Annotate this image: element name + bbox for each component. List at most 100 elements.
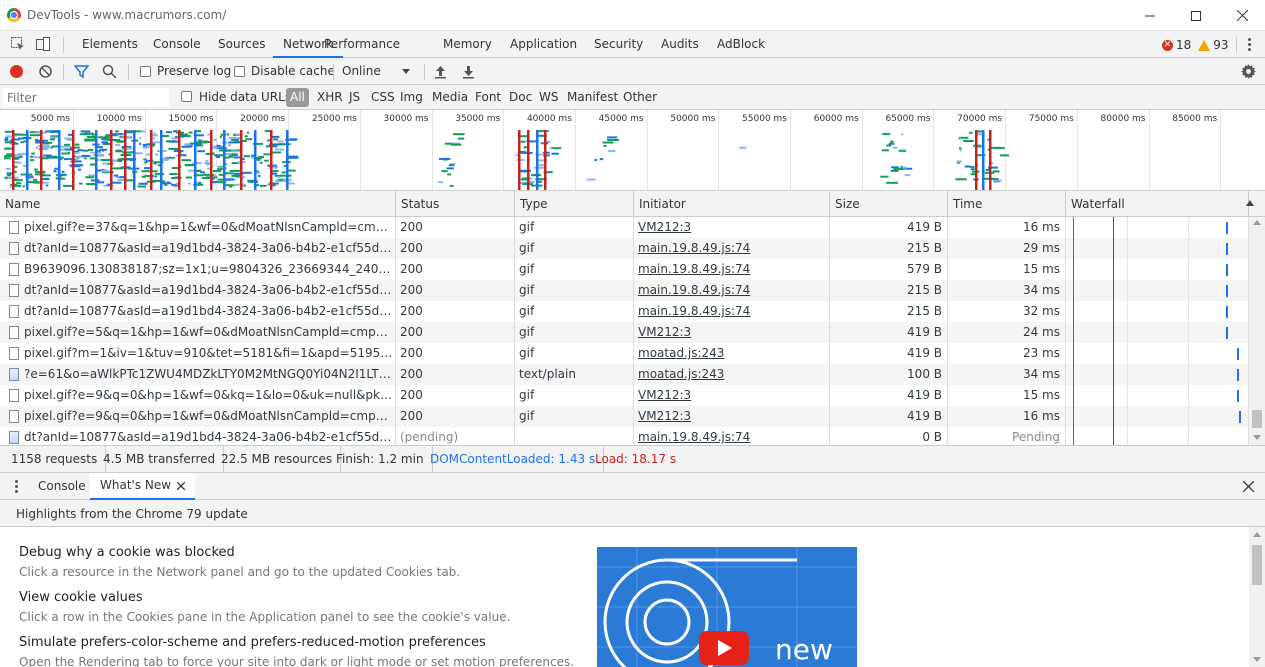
cell-name[interactable]: dt?anId=10877&asId=a19d1bd4-3824-3a06-b4… bbox=[20, 280, 396, 301]
cell-initiator[interactable]: VM212:3 bbox=[634, 322, 830, 343]
table-row[interactable]: pixel.gif?e=9&q=0&hp=1&wf=0&kq=1&lo=0&uk… bbox=[0, 385, 1249, 406]
cell-name[interactable]: pixel.gif?m=1&iv=1&tuv=910&tet=5181&fi=1… bbox=[20, 343, 396, 364]
tab-memory[interactable]: Memory bbox=[433, 31, 502, 58]
type-filter-manifest[interactable]: Manifest bbox=[563, 88, 622, 107]
tab-console[interactable]: Console bbox=[143, 31, 211, 58]
column-header-type[interactable]: Type bbox=[515, 191, 634, 217]
filter-input[interactable] bbox=[3, 88, 169, 107]
type-filter-other[interactable]: Other bbox=[619, 88, 661, 107]
filter-toggle-button[interactable] bbox=[73, 64, 90, 82]
sort-ascending-icon[interactable] bbox=[1246, 200, 1254, 206]
table-row[interactable]: dt?anId=10877&asId=a19d1bd4-3824-3a06-b4… bbox=[0, 280, 1249, 301]
cell-initiator[interactable]: VM212:3 bbox=[634, 385, 830, 406]
type-filter-img[interactable]: Img bbox=[396, 88, 427, 107]
type-filter-media[interactable]: Media bbox=[428, 88, 472, 107]
cell-initiator[interactable]: main.19.8.49.js:74 bbox=[634, 280, 830, 301]
issues-counter[interactable]: ✕ 18 93 bbox=[1162, 38, 1229, 52]
cell-initiator[interactable]: main.19.8.49.js:74 bbox=[634, 301, 830, 322]
drawer-scrollbar[interactable] bbox=[1249, 527, 1265, 667]
cell-initiator[interactable]: VM212:3 bbox=[634, 217, 830, 238]
tab-audits[interactable]: Audits bbox=[651, 31, 709, 58]
table-row[interactable]: dt?anId=10877&asId=a19d1bd4-3824-3a06-b4… bbox=[0, 238, 1249, 259]
table-row[interactable]: dt?anId=10877&asId=a19d1bd4-3824-3a06-b4… bbox=[0, 427, 1249, 445]
close-tab-icon[interactable] bbox=[177, 481, 186, 490]
type-filter-css[interactable]: CSS bbox=[367, 88, 399, 107]
close-window-button[interactable] bbox=[1219, 0, 1265, 31]
feature-title[interactable]: View cookie values bbox=[19, 590, 143, 605]
overview-request-mark bbox=[151, 179, 161, 182]
column-header-name[interactable]: Name bbox=[0, 191, 396, 217]
table-row[interactable]: pixel.gif?e=37&q=1&hp=1&wf=0&dMoatNlsnCa… bbox=[0, 217, 1249, 238]
type-filter-js[interactable]: JS bbox=[345, 88, 364, 107]
type-filter-all[interactable]: All bbox=[286, 88, 309, 107]
tab-security[interactable]: Security bbox=[584, 31, 653, 58]
cell-initiator[interactable]: main.19.8.49.js:74 bbox=[634, 259, 830, 280]
scroll-up-icon[interactable] bbox=[1253, 220, 1261, 225]
close-drawer-button[interactable] bbox=[1242, 480, 1255, 495]
tab-elements[interactable]: Elements bbox=[72, 31, 148, 58]
cell-name[interactable]: pixel.gif?e=9&q=0&hp=1&wf=0&dMoatNlsnCam… bbox=[20, 406, 396, 427]
column-header-initiator[interactable]: Initiator bbox=[634, 191, 830, 217]
disable-cache-checkbox[interactable] bbox=[234, 66, 245, 77]
scroll-thumb[interactable] bbox=[1252, 545, 1262, 585]
scroll-up-icon[interactable] bbox=[1253, 532, 1261, 537]
cell-initiator[interactable]: main.19.8.49.js:74 bbox=[634, 427, 830, 445]
tab-performance[interactable]: Performance bbox=[314, 31, 410, 58]
tab-sources[interactable]: Sources bbox=[208, 31, 275, 58]
table-row[interactable]: pixel.gif?m=1&iv=1&tuv=910&tet=5181&fi=1… bbox=[0, 343, 1249, 364]
whats-new-video-thumbnail[interactable]: new bbox=[597, 547, 857, 667]
maximize-button[interactable] bbox=[1173, 0, 1219, 31]
table-row[interactable]: dt?anId=10877&asId=a19d1bd4-3824-3a06-b4… bbox=[0, 301, 1249, 322]
import-har-button[interactable] bbox=[434, 64, 447, 82]
column-header-status[interactable]: Status bbox=[396, 191, 515, 217]
drawer-tab-whats-new[interactable]: What's New bbox=[90, 473, 196, 500]
record-button[interactable] bbox=[10, 65, 23, 78]
drawer-tab-console[interactable]: Console bbox=[28, 473, 96, 500]
tab-adblock[interactable]: AdBlock bbox=[707, 31, 775, 58]
inspect-element-button[interactable] bbox=[10, 36, 26, 55]
network-settings-button[interactable] bbox=[1241, 64, 1256, 82]
requests-scrollbar[interactable] bbox=[1249, 217, 1265, 445]
minimize-button[interactable] bbox=[1127, 0, 1173, 31]
table-row[interactable]: ?e=61&o=aWlkPTc1ZWU4MDZkLTY0M2MtNGQ0Yi04… bbox=[0, 364, 1249, 385]
table-row[interactable]: pixel.gif?e=5&q=1&hp=1&wf=0&dMoatNlsnCam… bbox=[0, 322, 1249, 343]
column-header-waterfall[interactable]: Waterfall bbox=[1066, 191, 1249, 217]
youtube-play-icon[interactable] bbox=[699, 631, 749, 665]
table-row[interactable]: pixel.gif?e=9&q=0&hp=1&wf=0&dMoatNlsnCam… bbox=[0, 406, 1249, 427]
search-button[interactable] bbox=[102, 64, 117, 82]
cell-name[interactable]: pixel.gif?e=5&q=1&hp=1&wf=0&dMoatNlsnCam… bbox=[20, 322, 396, 343]
column-header-time[interactable]: Time bbox=[948, 191, 1066, 217]
clear-button[interactable] bbox=[38, 64, 53, 82]
cell-name[interactable]: dt?anId=10877&asId=a19d1bd4-3824-3a06-b4… bbox=[20, 301, 396, 322]
cell-initiator[interactable]: main.19.8.49.js:74 bbox=[634, 238, 830, 259]
hide-data-urls-checkbox[interactable] bbox=[181, 91, 192, 102]
more-options-button[interactable] bbox=[1243, 36, 1255, 52]
drawer-menu-button[interactable] bbox=[14, 480, 18, 494]
cell-name[interactable]: dt?anId=10877&asId=a19d1bd4-3824-3a06-b4… bbox=[20, 427, 396, 445]
cell-name[interactable]: B9639096.130838187;sz=1x1;u=9804326_2366… bbox=[20, 259, 396, 280]
tab-application[interactable]: Application bbox=[500, 31, 587, 58]
column-header-size[interactable]: Size bbox=[830, 191, 948, 217]
feature-title[interactable]: Simulate prefers-color-scheme and prefer… bbox=[19, 635, 486, 650]
table-row[interactable]: B9639096.130838187;sz=1x1;u=9804326_2366… bbox=[0, 259, 1249, 280]
preserve-log-checkbox[interactable] bbox=[140, 66, 151, 77]
scroll-down-icon[interactable] bbox=[1253, 657, 1261, 662]
type-filter-font[interactable]: Font bbox=[471, 88, 505, 107]
network-overview[interactable]: 5000 ms 10000 ms 15000 ms 20000 ms 25000 ms 3… bbox=[0, 110, 1265, 191]
cell-name[interactable]: pixel.gif?e=9&q=0&hp=1&wf=0&kq=1&lo=0&uk… bbox=[20, 385, 396, 406]
scroll-down-icon[interactable] bbox=[1253, 435, 1261, 440]
type-filter-ws[interactable]: WS bbox=[535, 88, 562, 107]
type-filter-doc[interactable]: Doc bbox=[505, 88, 536, 107]
feature-title[interactable]: Debug why a cookie was blocked bbox=[19, 545, 235, 560]
device-toolbar-button[interactable] bbox=[35, 36, 51, 55]
throttling-select[interactable]: Online bbox=[340, 61, 418, 81]
type-filter-xhr[interactable]: XHR bbox=[313, 88, 347, 107]
cell-initiator[interactable]: moatad.js:243 bbox=[634, 343, 830, 364]
cell-initiator[interactable]: VM212:3 bbox=[634, 406, 830, 427]
cell-name[interactable]: dt?anId=10877&asId=a19d1bd4-3824-3a06-b4… bbox=[20, 238, 396, 259]
export-har-button[interactable] bbox=[462, 64, 475, 82]
cell-initiator[interactable]: moatad.js:243 bbox=[634, 364, 830, 385]
scroll-thumb[interactable] bbox=[1252, 410, 1262, 428]
cell-name[interactable]: pixel.gif?e=37&q=1&hp=1&wf=0&dMoatNlsnCa… bbox=[20, 217, 396, 238]
cell-name[interactable]: ?e=61&o=aWlkPTc1ZWU4MDZkLTY0M2MtNGQ0Yi04… bbox=[20, 364, 396, 385]
